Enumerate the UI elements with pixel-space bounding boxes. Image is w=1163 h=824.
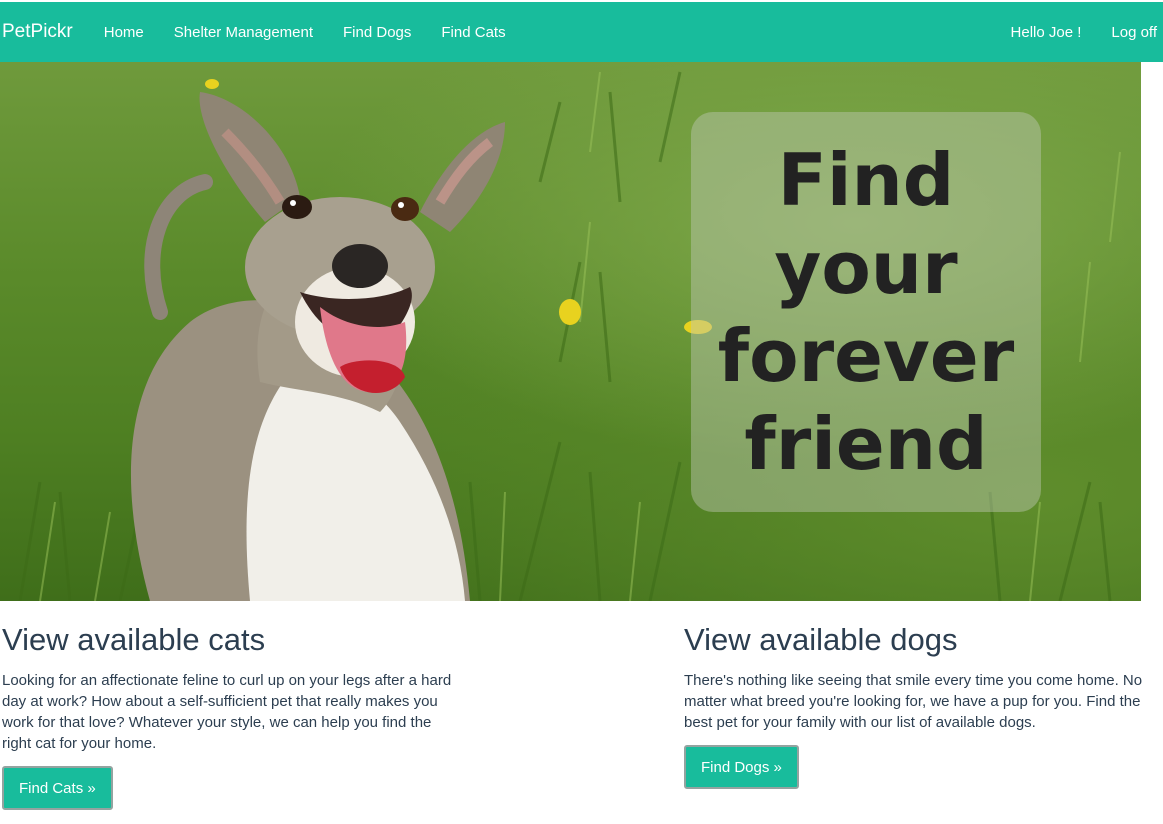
- logoff-link[interactable]: Log off: [1111, 24, 1157, 41]
- nav-find-cats[interactable]: Find Cats: [441, 24, 505, 41]
- hero-banner: Find your forever friend: [0, 62, 1141, 601]
- cats-description: Looking for an affectionate feline to cu…: [2, 672, 452, 752]
- cats-heading: View available cats: [2, 622, 266, 657]
- nav-home[interactable]: Home: [104, 24, 144, 41]
- cats-section: View available cats Looking for an affec…: [2, 620, 462, 810]
- dogs-description: There's nothing like seeing that smile e…: [684, 672, 1143, 731]
- nav-user-area: Hello Joe ! Log off: [981, 24, 1163, 41]
- nav-find-dogs[interactable]: Find Dogs: [343, 24, 411, 41]
- find-dogs-button[interactable]: Find Dogs »: [684, 745, 799, 789]
- hero-tagline-panel: Find your forever friend: [691, 112, 1041, 512]
- dogs-section: View available dogs There's nothing like…: [684, 620, 1144, 789]
- find-cats-button[interactable]: Find Cats »: [2, 766, 113, 810]
- brand-logo-link[interactable]: PetPickr: [2, 21, 73, 43]
- user-greeting-link[interactable]: Hello Joe !: [1011, 24, 1082, 41]
- hero-tagline: Find your forever friend: [717, 138, 1015, 486]
- top-navbar: PetPickr Home Shelter Management Find Do…: [0, 2, 1163, 62]
- dogs-heading: View available dogs: [684, 622, 958, 657]
- nav-shelter-management[interactable]: Shelter Management: [174, 24, 313, 41]
